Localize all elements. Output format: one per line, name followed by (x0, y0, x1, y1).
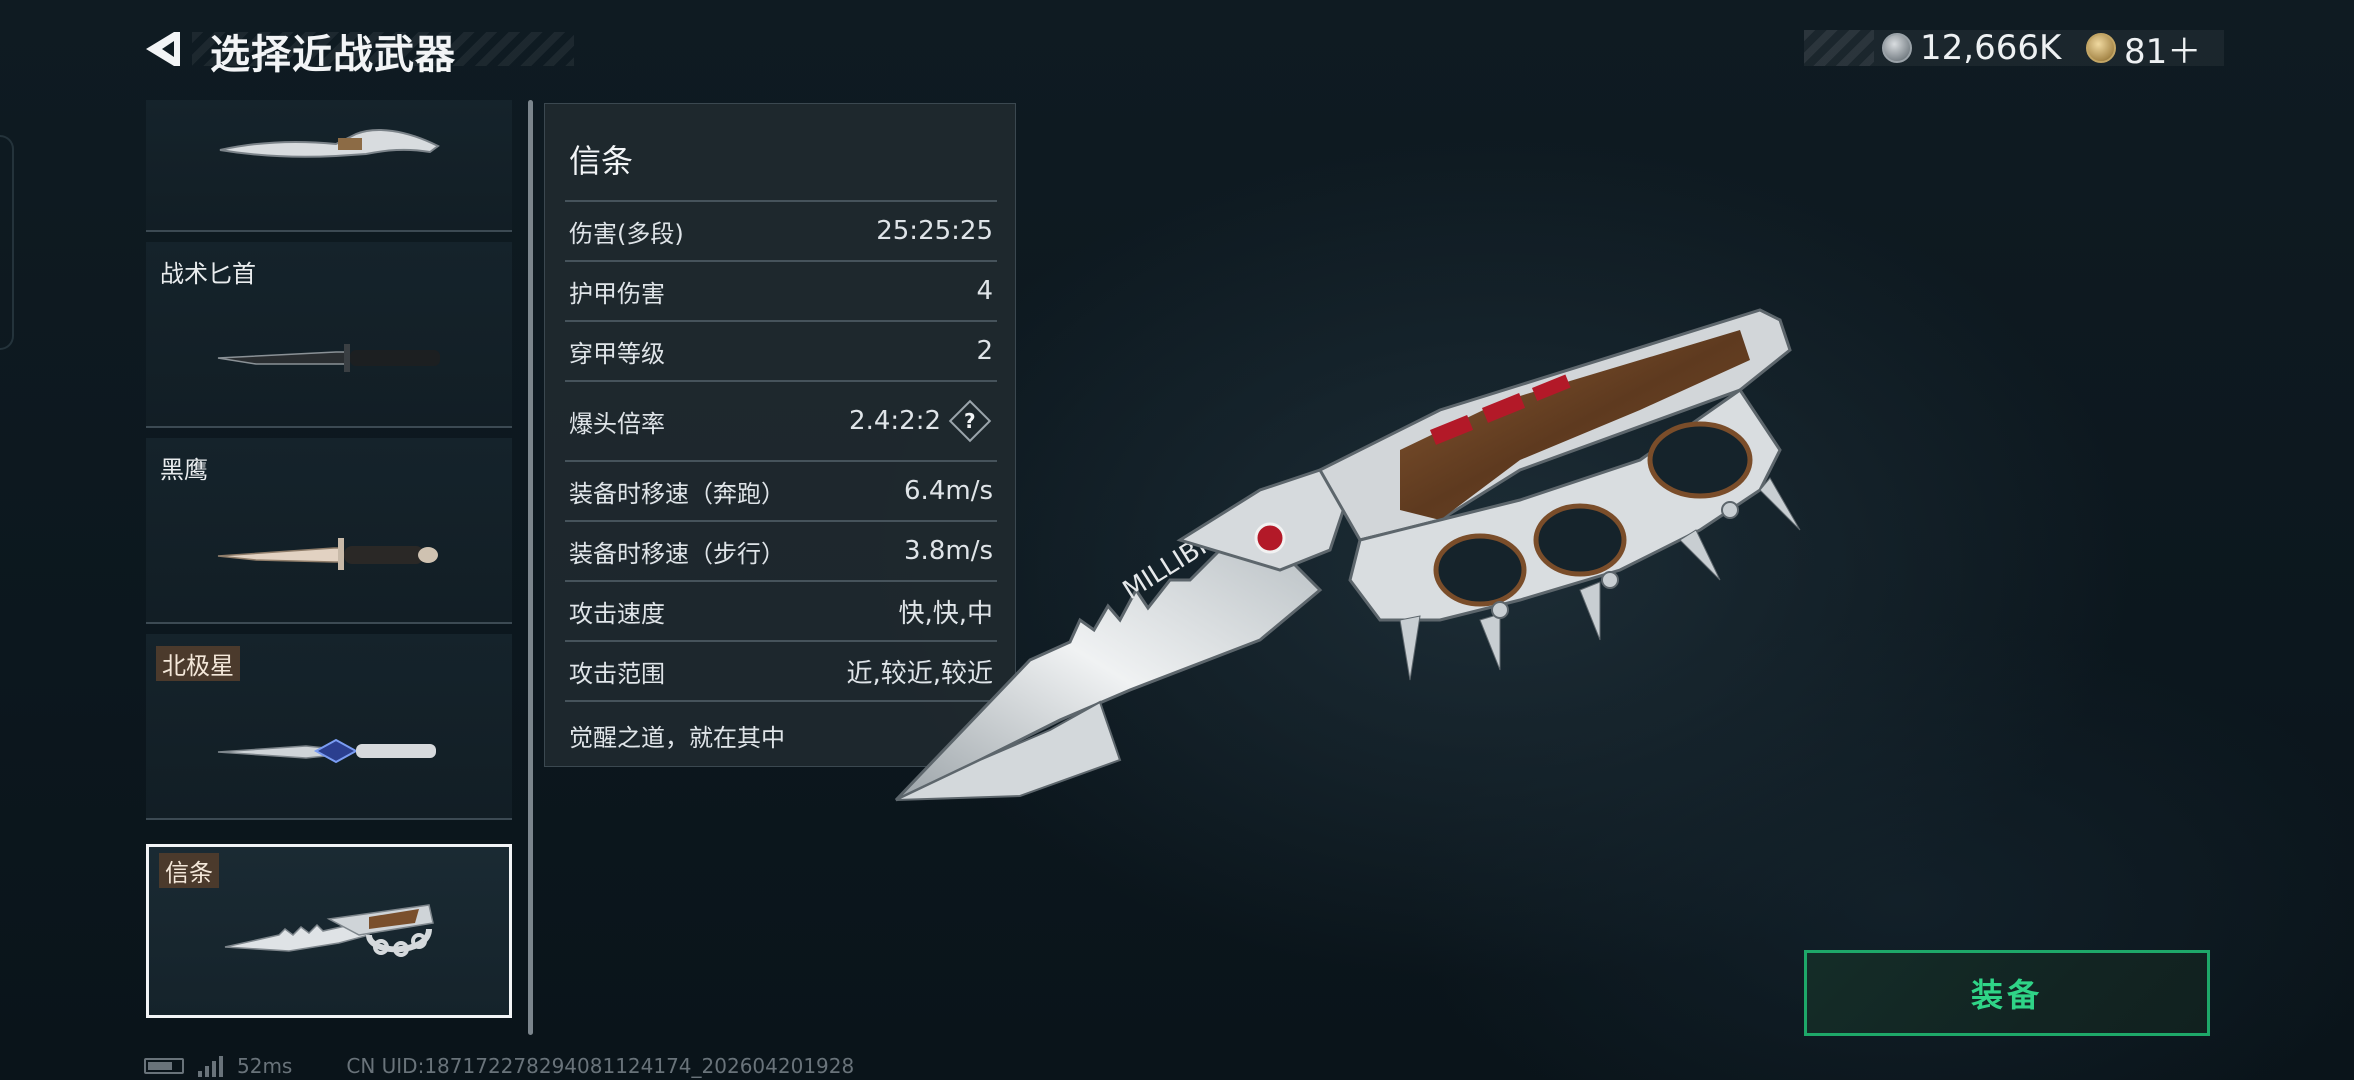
weapon-preview-image[interactable]: MILLIBIDS (880, 290, 1820, 830)
polaris-knife-icon (217, 738, 436, 764)
stat-label: 爆头倍率 (569, 409, 665, 438)
side-edge-tab (0, 135, 14, 350)
stat-label: 穿甲等级 (569, 339, 665, 368)
stat-row-damage: 伤害(多段) 25:25:25 (565, 200, 997, 260)
weapon-name: 信条 (569, 142, 634, 180)
weapon-card-label: 北极星 (156, 646, 240, 681)
weapon-card-label: 战术匕首 (160, 260, 256, 288)
currency-silver-value: 12,666K (1920, 28, 2062, 68)
back-button[interactable] (140, 26, 186, 72)
stat-label: 护甲伤害 (569, 279, 665, 308)
silver-coin-icon (1882, 33, 1912, 63)
ping-value: 52ms (237, 1054, 293, 1078)
weapon-card-4[interactable]: 北极星 (146, 634, 512, 820)
stat-value: 25:25:25 (876, 216, 993, 246)
weapon-card-5-selected[interactable]: 信条 (146, 844, 512, 1018)
black-hawk-knife-icon (217, 538, 438, 570)
karambit-knife-icon (219, 129, 440, 158)
back-arrow-icon (146, 32, 180, 66)
currency-gold-value: 81＋ (2124, 31, 2202, 72)
stat-label: 装备时移速（步行） (569, 539, 785, 568)
gold-coin-icon (2086, 33, 2116, 63)
battery-icon (144, 1058, 184, 1074)
currency-gold[interactable]: 81＋ (2086, 28, 2201, 72)
weapon-card-2[interactable]: 战术匕首 (146, 242, 512, 428)
weapon-card-1[interactable] (146, 100, 512, 232)
page-title: 选择近战武器 (210, 32, 456, 78)
weapon-card-label: 信条 (159, 853, 219, 888)
stat-label: 装备时移速（奔跑） (569, 479, 785, 508)
creed-knuckle-knife-icon (224, 904, 434, 957)
status-footer: 52ms CN UID:18717227829408112417​4_20260… (144, 1052, 854, 1080)
weapon-card-label: 黑鹰 (160, 456, 208, 484)
equip-button[interactable]: 装备 (1804, 950, 2210, 1036)
stat-label: 伤害(多段) (569, 219, 684, 248)
list-scrollbar[interactable] (528, 100, 533, 1035)
stat-label: 攻击范围 (569, 659, 665, 688)
tactical-dagger-icon (217, 344, 440, 372)
weapon-card-3[interactable]: 黑鹰 (146, 438, 512, 624)
currency-silver[interactable]: 12,666K (1882, 28, 2061, 68)
stat-label: 攻击速度 (569, 599, 665, 628)
signal-icon (198, 1055, 223, 1077)
equip-button-label: 装备 (1970, 976, 2043, 1014)
uid-text: CN UID:18717227829408112417​4_2026042019… (346, 1054, 855, 1078)
